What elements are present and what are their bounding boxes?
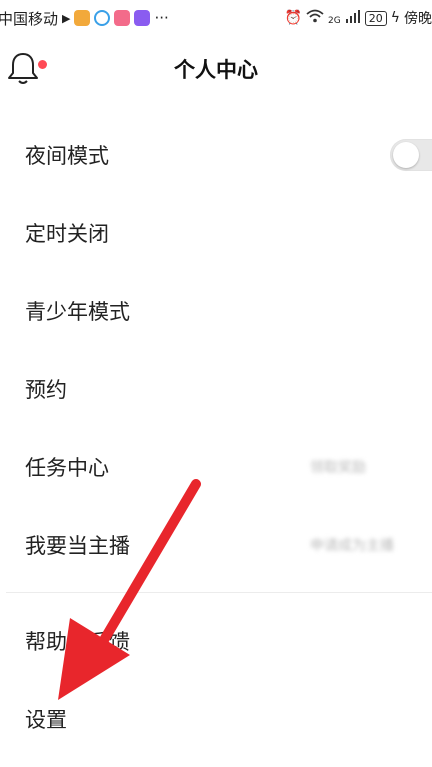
menu-item-label: 任务中心 xyxy=(25,456,109,480)
menu-item-hint: 申请成为主播 xyxy=(310,538,394,554)
signal-icon xyxy=(345,9,361,27)
menu-item-help-feedback[interactable]: 帮助与反馈 xyxy=(0,602,432,680)
carrier-name: 中国移动 xyxy=(0,9,59,28)
night-mode-toggle[interactable] xyxy=(390,139,432,171)
battery-indicator: 20 xyxy=(364,10,387,26)
more-notifications: ··· xyxy=(154,9,169,27)
app-notification-icon xyxy=(74,10,91,26)
menu-item-label: 设置 xyxy=(25,708,67,732)
app-notification-icon xyxy=(134,10,151,26)
status-left: 中国移动 ▶ ··· xyxy=(0,8,169,29)
alarm-icon: ⏰ xyxy=(284,10,303,26)
menu-item-reservation[interactable]: 预约 xyxy=(0,350,432,428)
network-type: 2G xyxy=(328,16,341,26)
menu-item-settings[interactable]: 设置 xyxy=(0,680,432,758)
play-icon: ▶ xyxy=(62,11,71,25)
wifi-icon xyxy=(306,9,324,27)
section-divider xyxy=(6,592,432,593)
menu-item-label: 青少年模式 xyxy=(25,300,130,324)
menu-item-timer-off[interactable]: 定时关闭 xyxy=(0,194,432,272)
toggle-knob xyxy=(393,142,419,168)
app-notification-icon xyxy=(94,10,111,26)
menu-item-task-center[interactable]: 任务中心 领取奖励 xyxy=(0,428,432,506)
menu-item-label: 帮助与反馈 xyxy=(25,630,130,654)
page-title: 个人中心 xyxy=(174,58,258,82)
menu-item-night-mode[interactable]: 夜间模式 xyxy=(0,116,432,194)
menu-item-hint: 领取奖励 xyxy=(310,460,366,476)
header: 个人中心 xyxy=(0,36,432,106)
menu-item-label: 我要当主播 xyxy=(25,534,130,558)
charging-icon: ϟ xyxy=(390,10,400,26)
menu-item-become-host[interactable]: 我要当主播 申请成为主播 xyxy=(0,506,432,584)
menu-item-label: 夜间模式 xyxy=(25,144,109,168)
menu-item-label: 预约 xyxy=(25,378,67,402)
menu-item-label: 定时关闭 xyxy=(25,222,109,246)
app-notification-icon xyxy=(114,10,131,26)
status-bar: 中国移动 ▶ ··· ⏰ 2G 20 ϟ 傍晚 xyxy=(0,0,432,36)
menu-item-youth-mode[interactable]: 青少年模式 xyxy=(0,272,432,350)
status-right-text: 傍晚 xyxy=(404,11,432,27)
status-right: ⏰ 2G 20 ϟ 傍晚 xyxy=(285,8,432,28)
